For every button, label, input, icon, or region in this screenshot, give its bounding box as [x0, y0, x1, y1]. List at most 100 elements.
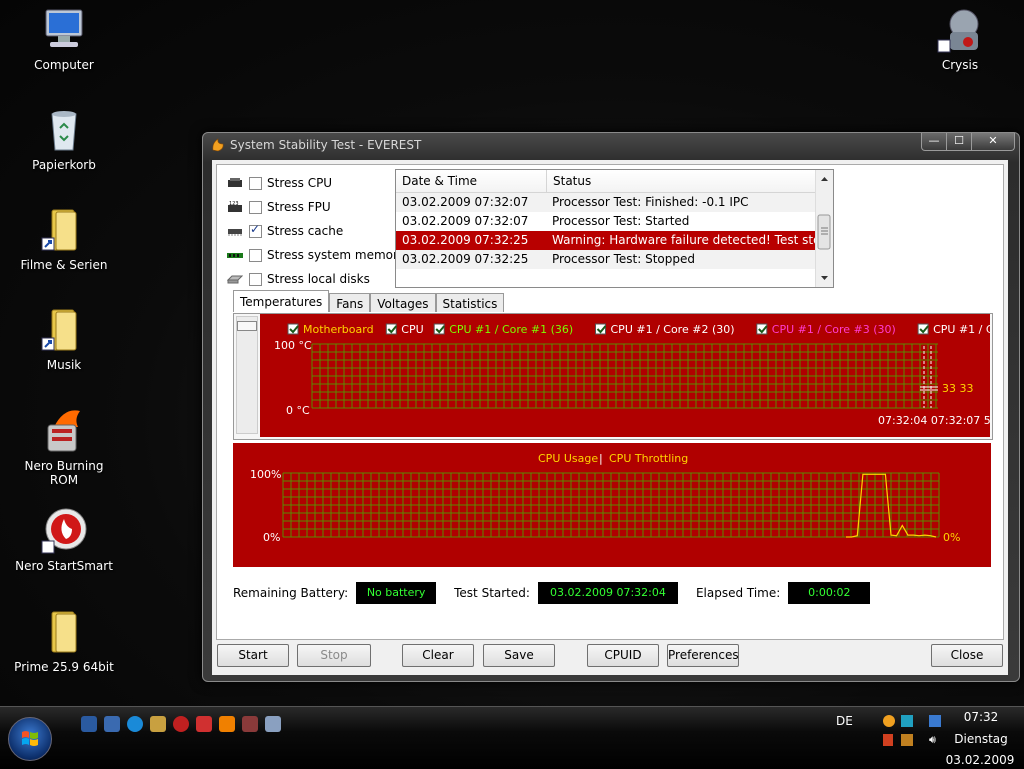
vlc-icon[interactable]: [219, 716, 235, 732]
stress-disks-checkbox[interactable]: [249, 272, 262, 286]
tray-app-icon[interactable]: [901, 734, 913, 746]
tray-app-icon[interactable]: [901, 715, 913, 727]
stop-button[interactable]: Stop: [297, 644, 371, 667]
minimize-button[interactable]: —: [921, 133, 947, 151]
start-button[interactable]: Start: [217, 644, 289, 667]
desktop-icon-nero-burning-rom[interactable]: Nero Burning ROM: [9, 407, 119, 487]
clock-weekday[interactable]: Dienstag: [950, 732, 1012, 746]
volume-icon[interactable]: 🔊︎: [929, 734, 943, 746]
nero-burning-rom-icon: [47, 410, 80, 452]
desktop-icon-label: Nero StartSmart: [15, 559, 113, 573]
clear-button[interactable]: Clear: [402, 644, 474, 667]
close-window-button[interactable]: ✕: [971, 133, 1015, 151]
table-row[interactable]: 03.02.2009 07:32:25 Processor Test: Stop…: [396, 250, 833, 269]
save-button[interactable]: Save: [483, 644, 555, 667]
temperature-slider[interactable]: [236, 316, 258, 434]
quicklaunch-app-icon[interactable]: [242, 716, 258, 732]
legend-label: CPU #1 / Core #4 (33): [933, 323, 990, 336]
show-desktop-icon[interactable]: [81, 716, 97, 732]
stress-option-disks[interactable]: Stress local disks: [227, 269, 370, 289]
stress-cache-label: Stress cache: [267, 224, 344, 238]
column-header-status[interactable]: Status: [547, 170, 821, 192]
tab-bar: Temperatures Fans Voltages Statistics: [233, 290, 505, 312]
log-status: Processor Test: Stopped: [552, 252, 695, 266]
desktop-icon-label: Musik: [46, 358, 82, 372]
desktop-icon-nero-startsmart[interactable]: Nero StartSmart: [9, 507, 119, 573]
stress-option-memory[interactable]: Stress system memory: [227, 245, 405, 265]
clock-time[interactable]: 07:32: [960, 710, 1002, 724]
time-axis-labels: 07:32:04 07:32:07 5: [878, 414, 990, 427]
stress-memory-label: Stress system memory: [267, 248, 406, 262]
clock-date[interactable]: 03.02.2009: [944, 753, 1016, 767]
maximize-button[interactable]: ☐: [946, 133, 972, 151]
tab-statistics[interactable]: Statistics: [435, 293, 505, 312]
table-row-selected[interactable]: 03.02.2009 07:32:25 Warning: Hardware fa…: [396, 231, 833, 250]
desktop-icon-label: Filme & Serien: [20, 258, 108, 272]
battery-label: Remaining Battery:: [233, 586, 349, 600]
legend-label: CPU: [401, 323, 423, 336]
legend-label: CPU #1 / Core #3 (30): [772, 323, 896, 336]
language-indicator[interactable]: DE: [836, 714, 853, 728]
desktop-icon-recycle-bin[interactable]: Papierkorb: [9, 106, 119, 172]
stress-cache-checkbox[interactable]: [249, 222, 262, 238]
legend-cpu-usage: CPU Usage: [538, 452, 598, 465]
y-axis-max-label: 100%: [250, 468, 281, 481]
cpu-usage-chart: CPU Usage | CPU Throttling 100% 0% 0%: [250, 452, 960, 544]
log-status: Processor Test: Started: [552, 214, 690, 228]
tab-temperatures[interactable]: Temperatures: [233, 290, 330, 312]
column-header-datetime[interactable]: Date & Time: [396, 170, 547, 192]
scroll-up-arrow-icon[interactable]: [821, 177, 828, 181]
cpuid-button[interactable]: CPUID: [587, 644, 659, 667]
log-scrollbar[interactable]: [815, 170, 833, 287]
quicklaunch-app-icon[interactable]: [173, 716, 189, 732]
scroll-down-arrow-icon[interactable]: [821, 276, 828, 280]
stress-option-fpu[interactable]: 123 Stress FPU: [227, 197, 331, 217]
quicklaunch-app-icon[interactable]: [150, 716, 166, 732]
slider-thumb[interactable]: [237, 321, 257, 331]
stress-cpu-checkbox[interactable]: [249, 176, 262, 190]
elapsed-time-label: Elapsed Time:: [695, 586, 781, 600]
stress-fpu-checkbox[interactable]: [249, 200, 262, 214]
desktop-icon-filme-serien[interactable]: Filme & Serien: [9, 206, 119, 272]
test-started-label: Test Started:: [454, 586, 530, 600]
window-titlebar[interactable]: System Stability Test - EVEREST — ☐ ✕: [203, 133, 1019, 157]
legend-cpu-throttling: CPU Throttling: [609, 452, 688, 465]
stress-option-cpu[interactable]: Stress CPU: [227, 173, 332, 193]
tray-network-icon[interactable]: [929, 715, 941, 727]
battery-value: No battery: [356, 582, 437, 604]
tab-voltages[interactable]: Voltages: [370, 293, 436, 312]
desktop-icon-computer[interactable]: Computer: [9, 6, 119, 72]
y-axis-min-label: 0%: [263, 531, 280, 544]
stress-option-cache[interactable]: Stress cache: [227, 221, 343, 241]
log-time: 03.02.2009 07:32:25: [402, 252, 529, 266]
main-panel: Stress CPU 123 Stress FPU Stress cache S…: [216, 164, 1004, 640]
start-button-orb[interactable]: [8, 717, 52, 761]
internet-explorer-icon[interactable]: [127, 716, 143, 732]
tray-flag-icon[interactable]: [883, 734, 893, 746]
event-log-table[interactable]: Date & Time Status 03.02.2009 07:32:07 P…: [395, 169, 834, 288]
scroll-thumb[interactable]: [817, 214, 831, 250]
windows-logo-icon: [22, 731, 38, 746]
log-status: Processor Test: Finished: -0.1 IPC: [552, 195, 749, 209]
table-row[interactable]: 03.02.2009 07:32:07 Processor Test: Star…: [396, 212, 833, 231]
quicklaunch-app-icon[interactable]: [196, 716, 212, 732]
desktop-icon-crysis[interactable]: Crysis: [905, 6, 1015, 72]
log-time: 03.02.2009 07:32:07: [402, 214, 529, 228]
table-row[interactable]: 03.02.2009 07:32:07 Processor Test: Fini…: [396, 193, 833, 212]
tray-info-icon[interactable]: [883, 715, 895, 727]
switch-windows-icon[interactable]: [104, 716, 120, 732]
test-started-value: 03.02.2009 07:32:04: [537, 582, 678, 604]
desktop-icon-prime[interactable]: Prime 25.9 64bit: [9, 608, 119, 674]
tab-fans[interactable]: Fans: [329, 293, 371, 312]
preferences-button[interactable]: Preferences: [667, 644, 739, 667]
quicklaunch-app-icon[interactable]: [265, 716, 281, 732]
desktop-icon-label: Crysis: [941, 58, 979, 72]
legend-label: CPU #1 / Core #2 (30): [611, 323, 735, 336]
desktop-icon-musik[interactable]: Musik: [9, 306, 119, 372]
log-status: Warning: Hardware failure detected! Test…: [552, 233, 819, 247]
desktop-icon-label: Prime 25.9 64bit: [14, 660, 114, 674]
stress-memory-checkbox[interactable]: [249, 248, 262, 262]
close-button[interactable]: Close: [931, 644, 1003, 667]
desktop-icon-label: Computer: [34, 58, 94, 72]
folder-shortcut-icon: [41, 309, 77, 351]
